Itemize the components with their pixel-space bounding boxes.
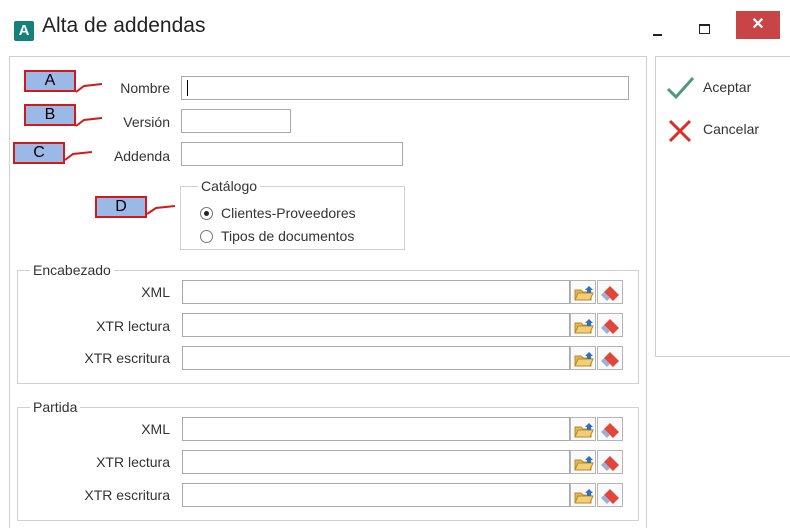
partida-xtr-lectura-label: XTR lectura	[96, 454, 170, 470]
radio-tipos-documentos[interactable]	[200, 230, 213, 243]
nombre-label: Nombre	[120, 80, 170, 96]
radio-clientes-proveedores[interactable]	[200, 207, 213, 220]
folder-open-icon	[574, 286, 594, 301]
eraser-icon	[601, 423, 619, 438]
folder-open-icon	[574, 319, 594, 334]
eraser-icon	[601, 286, 619, 301]
close-button[interactable]: ✕	[736, 11, 780, 39]
encabezado-xtr-lectura-clear-button[interactable]	[597, 313, 623, 337]
window-title: Alta de addendas	[42, 14, 206, 37]
encabezado-xtr-lectura-field[interactable]	[182, 313, 570, 337]
addenda-field[interactable]	[181, 142, 403, 166]
addenda-label: Addenda	[113, 148, 170, 164]
partida-xml-field[interactable]	[182, 417, 570, 441]
encabezado-xml-field[interactable]	[182, 280, 570, 304]
accept-label: Aceptar	[703, 79, 752, 95]
encabezado-xml-clear-button[interactable]	[597, 280, 623, 304]
checkmark-icon	[666, 76, 695, 100]
eraser-icon	[601, 352, 619, 367]
partida-xtr-lectura-browse-button[interactable]	[570, 450, 596, 474]
catalogo-title: Catálogo	[198, 178, 261, 194]
annotation-tag-a: A	[24, 70, 76, 92]
annotation-tag-b: B	[24, 104, 76, 126]
encabezado-xtr-lectura-label: XTR lectura	[96, 318, 170, 334]
encabezado-xtr-escritura-label: XTR escritura	[84, 350, 170, 366]
annotation-tag-c: C	[13, 142, 65, 164]
minimize-button[interactable]	[648, 14, 668, 42]
eraser-icon	[601, 456, 619, 471]
radio-label-tipos-documentos[interactable]: Tipos de documentos	[221, 228, 354, 244]
app-logo-icon: A	[14, 21, 34, 41]
encabezado-xml-browse-button[interactable]	[570, 280, 596, 304]
text-caret	[187, 80, 188, 96]
accept-button[interactable]: Aceptar	[665, 74, 775, 102]
annotation-tag-d: D	[95, 196, 147, 218]
radio-label-clientes-proveedores[interactable]: Clientes-Proveedores	[221, 205, 356, 221]
version-label: Versión	[123, 114, 170, 130]
encabezado-xtr-lectura-browse-button[interactable]	[570, 313, 596, 337]
partida-title: Partida	[30, 399, 81, 415]
encabezado-title: Encabezado	[30, 262, 114, 278]
encabezado-xtr-escritura-clear-button[interactable]	[597, 346, 623, 370]
partida-xml-clear-button[interactable]	[597, 417, 623, 441]
encabezado-xtr-escritura-field[interactable]	[182, 346, 570, 370]
partida-xtr-lectura-clear-button[interactable]	[597, 450, 623, 474]
partida-xml-label: XML	[141, 421, 170, 437]
maximize-button[interactable]	[694, 14, 716, 42]
partida-xtr-escritura-field[interactable]	[182, 483, 570, 507]
cancel-button[interactable]: Cancelar	[665, 116, 775, 144]
folder-open-icon	[574, 423, 594, 438]
encabezado-xml-label: XML	[141, 284, 170, 300]
folder-open-icon	[574, 489, 594, 504]
cancel-label: Cancelar	[703, 121, 760, 137]
version-field[interactable]	[181, 109, 291, 133]
partida-xtr-lectura-field[interactable]	[182, 450, 570, 474]
folder-open-icon	[574, 456, 594, 471]
encabezado-xtr-escritura-browse-button[interactable]	[570, 346, 596, 370]
nombre-field[interactable]	[181, 76, 629, 100]
eraser-icon	[601, 489, 619, 504]
eraser-icon	[601, 319, 619, 334]
partida-xml-browse-button[interactable]	[570, 417, 596, 441]
partida-xtr-escritura-label: XTR escritura	[84, 487, 170, 503]
title-bar: A Alta de addendas ✕	[0, 0, 790, 56]
partida-xtr-escritura-browse-button[interactable]	[570, 483, 596, 507]
folder-open-icon	[574, 352, 594, 367]
partida-xtr-escritura-clear-button[interactable]	[597, 483, 623, 507]
x-icon	[668, 119, 692, 143]
